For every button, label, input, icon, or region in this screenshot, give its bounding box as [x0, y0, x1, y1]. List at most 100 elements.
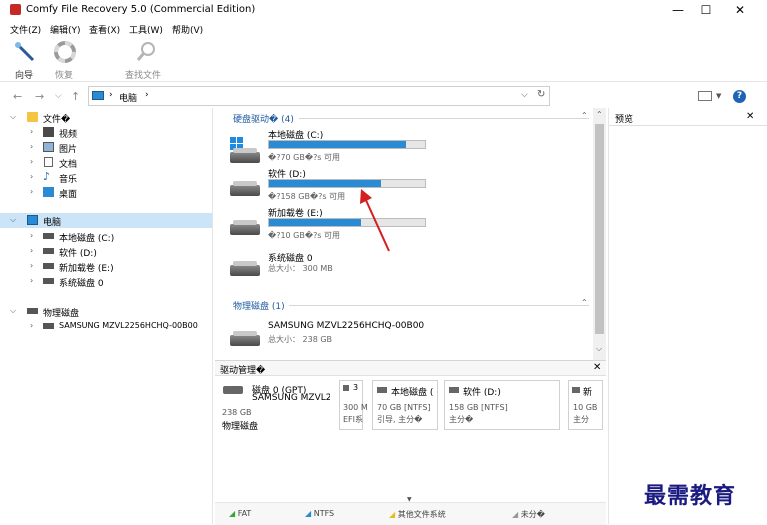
close-button[interactable]: ✕: [725, 0, 755, 20]
tree-label: 音乐: [59, 175, 78, 185]
chevron-right-icon[interactable]: ›: [30, 261, 33, 270]
computer-icon: [92, 91, 104, 100]
address-dropdown[interactable]: ⌵: [521, 90, 528, 100]
tree-item-music[interactable]: › ♪ 音乐: [0, 170, 212, 185]
chevron-right-icon[interactable]: ›: [30, 127, 33, 136]
address-bar[interactable]: › 电脑 › ⌵ ↻: [88, 86, 550, 106]
tree-item-software-d[interactable]: › 软件 (D:): [0, 244, 212, 259]
disk-icon: [223, 386, 243, 394]
tree-item-desktop[interactable]: › 桌面: [0, 185, 212, 200]
desktop-icon: [43, 187, 54, 197]
partition-label: 主分: [573, 415, 589, 424]
preview-title: 预览: [615, 115, 634, 125]
chevron-right-icon[interactable]: ›: [30, 187, 33, 196]
tree-label: 系统磁盘 0: [59, 279, 104, 289]
chevron-right-icon[interactable]: ›: [30, 321, 33, 330]
group-header-physical[interactable]: 物理磁盘 (1): [233, 299, 285, 312]
system-disk[interactable]: 系统磁盘 0 总大小： 300 MB: [229, 251, 429, 289]
tree-item-local-c[interactable]: › 本地磁盘 (C:): [0, 229, 212, 244]
back-button[interactable]: ←: [13, 90, 22, 103]
divider: [609, 125, 767, 126]
magnifier-icon: [136, 42, 155, 61]
tree-item-videos[interactable]: › 视频: [0, 125, 212, 140]
find-files-button[interactable]: 查找文件: [124, 39, 168, 81]
drive-d[interactable]: 软件 (D:) �?158 GB�?s 可用: [229, 167, 429, 205]
drive-manager-title: 驱动管理�: [220, 366, 266, 376]
drive-c[interactable]: 本地磁盘 (C:) �?70 GB�?s 可用: [229, 128, 429, 166]
drive-icon: [230, 220, 260, 235]
legend-other: ◢ 其他文件系统: [389, 509, 446, 520]
tree-label: 桌面: [59, 190, 78, 200]
drive-manager-close-button[interactable]: ✕: [593, 362, 601, 373]
legend-marker: ◢: [512, 510, 519, 519]
restore-button[interactable]: 恢复: [52, 39, 78, 81]
view-mode-icon[interactable]: [698, 91, 712, 101]
scrollbar-thumb[interactable]: [595, 124, 604, 334]
menu-tools[interactable]: 工具(W): [129, 23, 163, 36]
wizard-button[interactable]: 向导: [12, 39, 38, 81]
physical-disk-samsung[interactable]: SAMSUNG MZVL2256HCHQ-00B00 总大小： 238 GB: [229, 321, 429, 359]
up-button[interactable]: ↑: [71, 90, 80, 103]
chevron-down-icon[interactable]: ⌵: [10, 306, 16, 316]
disk-size: 238 GB: [222, 408, 252, 417]
legend-fat: ◢ FAT: [229, 509, 251, 518]
tree-label: 新加载卷 (E:): [59, 264, 114, 274]
partition-e[interactable]: 新 10 GB 主分: [568, 380, 603, 430]
drive-manager-panel: 驱动管理� ✕ 磁盘 0 (GPT) SAMSUNG MZVL2256 238 …: [215, 360, 606, 525]
tree-item-files[interactable]: ⌵ 文件�: [0, 110, 212, 125]
partition-d[interactable]: 软件 (D:) 158 GB [NTFS] 主分�: [444, 380, 560, 430]
chevron-right-icon[interactable]: ›: [30, 231, 33, 240]
usage-fill: [269, 219, 362, 226]
partition-size: 158 GB [NTFS]: [449, 403, 508, 412]
tree-item-samsung[interactable]: › SAMSUNG MZVL2256HCHQ-00B00: [0, 319, 212, 334]
tree-item-physical[interactable]: ⌵ 物理磁盘: [0, 304, 212, 319]
breadcrumb-separator-2[interactable]: ›: [145, 90, 149, 100]
partition-title: 3: [353, 383, 359, 392]
annotation-arrow: [360, 189, 390, 252]
disk-icon: [230, 331, 260, 346]
drive-icon: [43, 248, 54, 254]
chevron-right-icon[interactable]: ›: [30, 142, 33, 151]
collapse-physical-icon[interactable]: ⌃: [581, 298, 588, 307]
chevron-down-icon[interactable]: ⌵: [10, 112, 16, 122]
maximize-button[interactable]: ☐: [691, 0, 721, 20]
scroll-down-icon[interactable]: ⌵: [596, 344, 602, 354]
minimize-button[interactable]: —: [663, 0, 693, 20]
music-icon: ♪: [43, 170, 51, 183]
menu-help[interactable]: 帮助(V): [172, 23, 203, 36]
chevron-right-icon[interactable]: ›: [30, 246, 33, 255]
scroll-up-icon[interactable]: ⌃: [596, 110, 603, 119]
chevron-right-icon[interactable]: ›: [30, 276, 33, 285]
legend-ntfs: ◢ NTFS: [305, 509, 334, 518]
tree-item-computer[interactable]: ⌵ 电脑: [0, 213, 212, 228]
wizard-icon: [15, 42, 35, 62]
menu-file[interactable]: 文件(Z): [10, 23, 41, 36]
watermark: 最需教育: [644, 483, 737, 509]
forward-button[interactable]: →: [35, 90, 44, 103]
menu-edit[interactable]: 编辑(Y): [50, 23, 81, 36]
preview-close-button[interactable]: ✕: [746, 111, 754, 122]
collapse-drives-icon[interactable]: ⌃: [581, 111, 588, 120]
partition-size: 300 M: [343, 403, 368, 412]
chevron-right-icon[interactable]: ›: [30, 157, 33, 166]
group-header-drives[interactable]: 硬盘驱动� (4): [233, 112, 294, 125]
legend-label: 未分�: [520, 510, 545, 519]
help-icon[interactable]: ?: [733, 90, 746, 103]
tree-item-pictures[interactable]: › 图片: [0, 140, 212, 155]
menu-view[interactable]: 查看(X): [89, 23, 120, 36]
partition-efi[interactable]: 3 300 M EFI系: [339, 380, 368, 430]
drive-e[interactable]: 新加载卷 (E:) �?10 GB�?s 可用: [229, 206, 429, 244]
tree-item-system-disk[interactable]: › 系统磁盘 0: [0, 274, 212, 289]
tree-label: SAMSUNG MZVL2256HCHQ-00B00: [59, 321, 198, 330]
chevron-down-icon[interactable]: ⌵: [10, 215, 16, 225]
legend-label: FAT: [237, 509, 252, 518]
refresh-button[interactable]: ↻: [537, 89, 545, 100]
history-dropdown[interactable]: ⌵: [55, 91, 62, 101]
partition-c[interactable]: 本地磁盘 ( 70 GB [NTFS] 引导, 主分�: [372, 380, 438, 430]
view-mode-dropdown-icon[interactable]: ▼: [716, 92, 721, 100]
disk-icon: [43, 323, 54, 329]
tree-item-newvol-e[interactable]: › 新加载卷 (E:): [0, 259, 212, 274]
breadcrumb-computer[interactable]: 电脑: [119, 91, 137, 104]
tree-item-documents[interactable]: › 文档: [0, 155, 212, 170]
chevron-right-icon[interactable]: ›: [30, 172, 33, 181]
